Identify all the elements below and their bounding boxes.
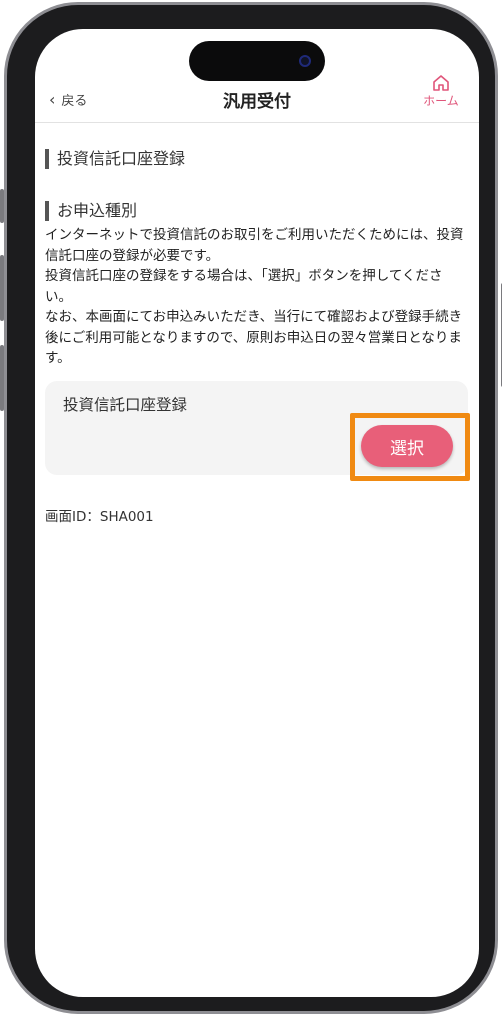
dynamic-island xyxy=(189,41,325,81)
card-title: 投資信託口座登録 xyxy=(63,396,188,414)
select-button[interactable]: 選択 xyxy=(361,425,453,467)
application-card: 投資信託口座登録 選択 xyxy=(45,381,468,475)
description-text: インターネットで投資信託のお取引をご利用いただくためには、投資信託口座の登録が必… xyxy=(45,227,464,366)
home-button[interactable]: ホーム xyxy=(419,73,463,109)
home-icon xyxy=(433,75,449,91)
screen: ‹ 戻る 汎用受付 ホーム 投資信託口座登録 お申込種別 インターネットで投資信… xyxy=(35,29,479,997)
navigation-bar: ‹ 戻る 汎用受付 ホーム xyxy=(35,75,479,123)
phone-frame: ‹ 戻る 汎用受付 ホーム 投資信託口座登録 お申込種別 インターネットで投資信… xyxy=(0,2,502,1014)
page-title: 汎用受付 xyxy=(223,92,291,112)
section-title-application-type: お申込種別 xyxy=(45,201,137,221)
volume-down-button xyxy=(0,345,4,411)
section-title-account-registration: 投資信託口座登録 xyxy=(45,149,185,169)
volume-up-button xyxy=(0,255,4,321)
action-button xyxy=(0,189,4,223)
screen-id: 画面ID：SHA001 xyxy=(45,509,154,525)
camera-icon xyxy=(299,55,311,67)
home-label: ホーム xyxy=(423,94,459,108)
